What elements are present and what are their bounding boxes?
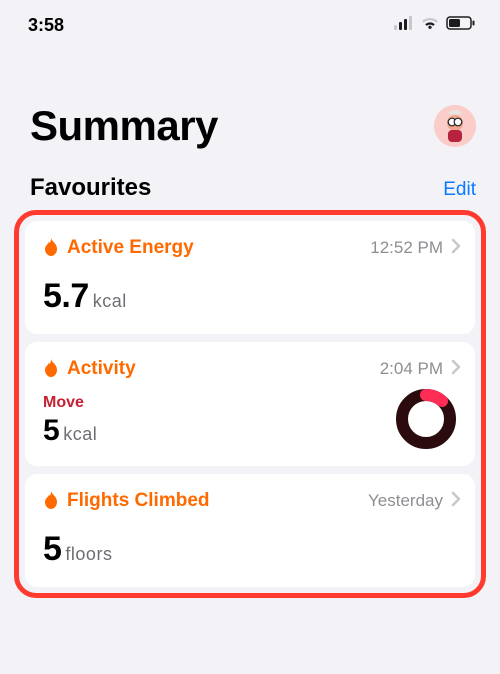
favourites-title: Favourites [30,174,151,202]
header-row: Summary [0,44,500,174]
card-value: 5 [43,414,59,448]
favourites-header: Favourites Edit [0,174,500,210]
flame-icon [43,238,59,258]
cellular-icon [394,16,414,35]
favourites-cards-highlight: Active Energy 12:52 PM 5.7kcal Activity [14,210,486,598]
card-unit: kcal [93,291,127,311]
status-time: 3:58 [28,15,64,36]
flame-icon [43,491,59,511]
card-time: 2:04 PM [380,359,443,379]
flame-icon [43,359,59,379]
card-unit: floors [65,544,112,564]
card-unit: kcal [63,424,97,444]
chevron-right-icon [451,238,461,259]
edit-button[interactable]: Edit [443,179,476,201]
card-time: 12:52 PM [370,238,443,258]
card-title: Activity [67,358,136,380]
status-icons [394,16,476,35]
status-bar: 3:58 [0,0,500,44]
chevron-right-icon [451,359,461,380]
battery-icon [446,16,476,35]
activity-ring-icon [395,388,457,450]
card-title: Active Energy [67,237,194,259]
chevron-right-icon [451,491,461,512]
card-time: Yesterday [368,491,443,511]
page-title: Summary [30,102,218,150]
avatar[interactable] [434,105,476,147]
card-active-energy[interactable]: Active Energy 12:52 PM 5.7kcal [25,221,475,334]
card-flights-climbed[interactable]: Flights Climbed Yesterday 5floors [25,474,475,587]
wifi-icon [420,16,440,35]
card-title: Flights Climbed [67,490,210,512]
card-value: 5 [43,530,61,569]
card-value: 5.7 [43,277,89,316]
card-activity[interactable]: Activity 2:04 PM Move 5kcal [25,342,475,466]
